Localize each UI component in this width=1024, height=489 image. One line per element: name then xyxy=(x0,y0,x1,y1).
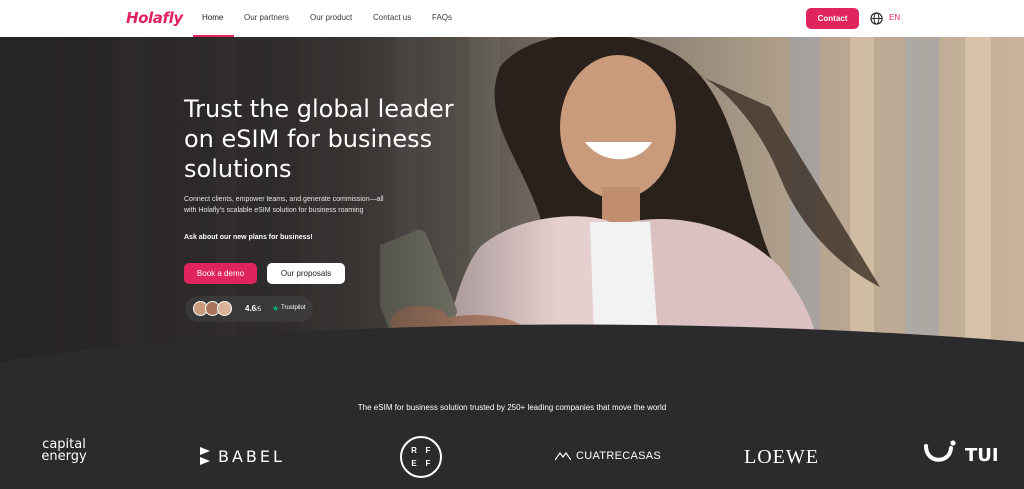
nav-link-faqs[interactable]: FAQs xyxy=(432,13,452,22)
book-demo-button[interactable]: Book a demo xyxy=(184,263,257,284)
tui-logo: TUI xyxy=(923,440,999,470)
babel-logo: BABEL xyxy=(198,445,285,467)
cuatrecasas-logo: CUATRECASAS xyxy=(555,450,661,462)
contact-button[interactable]: Contact xyxy=(806,8,859,29)
hero-title: Trust the global leader on eSIM for busi… xyxy=(184,95,454,183)
rfef-logo: R F E F xyxy=(400,436,442,478)
section-divider-curve xyxy=(0,324,1024,367)
cuatrecasas-logo-text: CUATRECASAS xyxy=(576,450,661,462)
hero-subtitle: Connect clients, empower teams, and gene… xyxy=(184,196,384,214)
trusted-by-heading: The eSIM for business solution trusted b… xyxy=(357,403,667,412)
rfef-letter: F xyxy=(425,446,431,455)
globe-icon[interactable] xyxy=(870,12,883,25)
rating-value: 4.6/5 xyxy=(245,304,262,313)
trustpilot-rating-badge[interactable]: 4.6/5 ★ Trustpilot xyxy=(185,296,313,322)
hero-section xyxy=(0,37,1024,367)
rfef-letter: R xyxy=(411,446,417,455)
avatar xyxy=(217,301,232,316)
cuatrecasas-mark-icon xyxy=(555,451,571,461)
babel-logo-text: BABEL xyxy=(218,446,285,466)
tui-logo-text: TUI xyxy=(965,444,999,466)
nav-link-home[interactable]: Home xyxy=(202,13,223,22)
top-nav: Holafly Home Our partners Our product Co… xyxy=(0,0,1024,37)
rfef-letter: F xyxy=(425,459,431,468)
nav-link-our-product[interactable]: Our product xyxy=(310,13,352,22)
loewe-logo: LOEWE xyxy=(744,446,819,468)
rfef-letter: E xyxy=(411,459,417,468)
our-proposals-button[interactable]: Our proposals xyxy=(267,263,345,284)
capital-energy-logo-line-2: energy xyxy=(41,449,87,464)
nav-link-contact-us[interactable]: Contact us xyxy=(373,13,411,22)
trustpilot-label: Trustpilot xyxy=(281,305,306,311)
hero-callout: Ask about our new plans for business! xyxy=(184,234,313,241)
holafly-logo[interactable]: Holafly xyxy=(126,9,183,27)
tui-smile-mark-icon xyxy=(924,440,956,462)
babel-mark-icon xyxy=(200,447,210,465)
nav-link-our-partners[interactable]: Our partners xyxy=(244,13,289,22)
capital-energy-logo: capital energy xyxy=(34,438,94,464)
trustpilot-star-icon: ★ xyxy=(272,304,280,313)
language-selector[interactable]: EN xyxy=(889,13,900,22)
